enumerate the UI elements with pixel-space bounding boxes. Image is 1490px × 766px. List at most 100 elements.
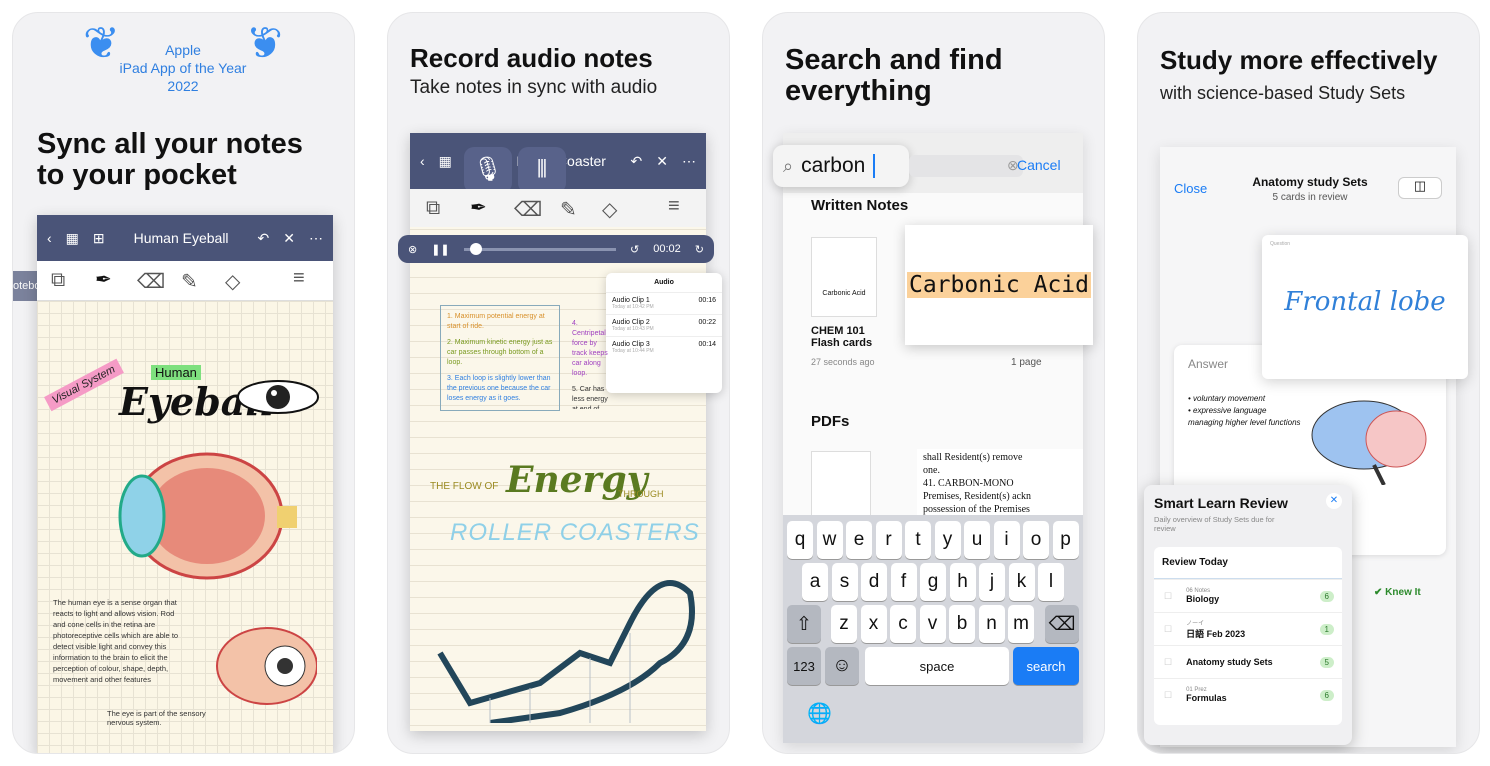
key-d[interactable]: d bbox=[861, 563, 887, 601]
key-f[interactable]: f bbox=[890, 563, 917, 601]
pause-icon[interactable]: ❚❚ bbox=[431, 243, 449, 256]
item-name: Biology bbox=[1186, 594, 1220, 604]
close-icon[interactable]: ✕ bbox=[283, 230, 295, 247]
search-icon: ⌕ bbox=[783, 155, 794, 176]
pdf-thumbnail[interactable] bbox=[811, 451, 871, 521]
note-canvas[interactable]: Visual System Human Eyeball The human ey… bbox=[37, 301, 333, 753]
key-m[interactable]: m bbox=[1008, 605, 1034, 643]
cancel-button[interactable]: Cancel bbox=[1017, 157, 1061, 173]
shift-key[interactable]: ⇧ bbox=[787, 605, 821, 643]
item-meta: ノーイ bbox=[1186, 621, 1205, 627]
pdf-preview[interactable]: shall Resident(s) remove one. 41. CARBON… bbox=[917, 449, 1083, 519]
shapes-icon[interactable]: ◇ bbox=[602, 197, 617, 222]
highlighter-icon[interactable]: ✎ bbox=[181, 269, 198, 294]
color-picker-icon[interactable]: ≡ bbox=[668, 195, 680, 218]
key-w[interactable]: w bbox=[816, 521, 843, 559]
eraser-icon[interactable]: ⌫ bbox=[137, 269, 165, 294]
page-count[interactable]: 1 page bbox=[1011, 357, 1042, 368]
back-icon[interactable]: ‹ bbox=[47, 230, 52, 246]
lasso-icon[interactable]: ⧉ bbox=[426, 197, 440, 220]
lasso-icon[interactable]: ⧉ bbox=[51, 269, 65, 292]
notebook-thumbnail[interactable]: Carbonic Acid bbox=[811, 237, 877, 317]
microphone-icon[interactable]: 🎙 bbox=[464, 147, 512, 193]
key-b[interactable]: b bbox=[949, 605, 975, 643]
answer-line: managing higher level functions bbox=[1188, 418, 1301, 427]
question-card[interactable]: Question Frontal lobe bbox=[1262, 235, 1468, 379]
key-c[interactable]: c bbox=[890, 605, 916, 643]
key-l[interactable]: l bbox=[1038, 563, 1064, 601]
grid-icon[interactable]: ▦ bbox=[66, 230, 79, 247]
clip-duration: 00:14 bbox=[698, 341, 716, 348]
highlighter-icon[interactable]: ✎ bbox=[560, 197, 577, 222]
undo-icon[interactable]: ↶ bbox=[258, 230, 270, 247]
audio-clip[interactable]: Audio Clip 2 Today at 10:43 PM 00:22 bbox=[606, 314, 722, 336]
layout-toggle-icon[interactable]: ◫ bbox=[1398, 177, 1442, 199]
globe-icon[interactable]: 🌐 bbox=[807, 701, 832, 726]
close-button[interactable]: Close bbox=[1174, 181, 1207, 196]
undo-icon[interactable]: ↶ bbox=[631, 153, 643, 170]
color-picker-icon[interactable]: ≡ bbox=[293, 267, 305, 290]
key-t[interactable]: t bbox=[905, 521, 931, 559]
key-j[interactable]: j bbox=[979, 563, 1005, 601]
checkbox[interactable]: ☐ bbox=[1164, 690, 1172, 701]
search-result-preview[interactable]: Carbonic Acid bbox=[905, 225, 1093, 345]
audio-scrubber[interactable] bbox=[463, 242, 617, 255]
key-k[interactable]: k bbox=[1008, 563, 1035, 601]
emoji-key[interactable]: ☺ bbox=[825, 647, 859, 685]
doc-title[interactable]: Human Eyeball bbox=[119, 230, 244, 246]
pen-icon[interactable]: ✒ bbox=[95, 267, 112, 292]
review-item[interactable]: ☐ Anatomy study Sets 5 bbox=[1154, 645, 1342, 678]
search-key[interactable]: search bbox=[1013, 647, 1079, 685]
key-x[interactable]: x bbox=[860, 605, 887, 643]
waveform-icon[interactable]: ⦀ bbox=[518, 147, 566, 193]
close-icon[interactable]: ✕ bbox=[656, 153, 668, 170]
item-name: 日語 Feb 2023 bbox=[1186, 629, 1246, 639]
close-icon[interactable]: ✕ bbox=[1326, 493, 1342, 509]
pen-icon[interactable]: ✒ bbox=[470, 195, 487, 220]
stop-icon[interactable]: ⊗ bbox=[408, 243, 417, 256]
checkbox[interactable]: ☐ bbox=[1164, 657, 1172, 668]
delete-key[interactable]: ⌫ bbox=[1045, 605, 1079, 643]
grid-icon[interactable]: ▦ bbox=[439, 153, 452, 170]
back-icon[interactable]: ‹ bbox=[420, 153, 425, 169]
key-a[interactable]: a bbox=[802, 563, 828, 601]
audio-clip[interactable]: Audio Clip 3 Today at 10:44 PM 00:14 bbox=[606, 336, 722, 358]
question-text: Frontal lobe bbox=[1284, 287, 1446, 317]
key-o[interactable]: o bbox=[1023, 521, 1049, 559]
popup-title: Audio bbox=[654, 279, 674, 286]
key-r[interactable]: r bbox=[875, 521, 902, 559]
key-e[interactable]: e bbox=[846, 521, 872, 559]
knew-it-button[interactable]: ✔ Knew It bbox=[1374, 587, 1421, 598]
key-z[interactable]: z bbox=[831, 605, 857, 643]
more-icon[interactable]: ⋯ bbox=[309, 230, 323, 247]
key-g[interactable]: g bbox=[920, 563, 946, 601]
keyboard: q w e r t y u i o p a s d f g h j k l ⇧ z x c v b n m ⌫ 123 ☺ space sea… bbox=[783, 515, 1083, 743]
shapes-icon[interactable]: ◇ bbox=[225, 269, 240, 294]
key-y[interactable]: y bbox=[934, 521, 961, 559]
key-v[interactable]: v bbox=[919, 605, 946, 643]
note-item: 2. Maximum kinetic energy just as car pa… bbox=[447, 339, 553, 366]
key-n[interactable]: n bbox=[978, 605, 1005, 643]
key-q[interactable]: q bbox=[787, 521, 813, 559]
eraser-icon[interactable]: ⌫ bbox=[514, 197, 542, 222]
review-item[interactable]: ☐ 01 Prez Formulas 6 bbox=[1154, 678, 1342, 711]
forward-10-icon[interactable]: ↻ bbox=[695, 243, 704, 256]
space-key[interactable]: space bbox=[865, 647, 1009, 685]
award-line: 2022 bbox=[167, 78, 199, 94]
key-p[interactable]: p bbox=[1052, 521, 1079, 559]
search-input[interactable]: ⌕ carbon bbox=[773, 145, 909, 187]
numbers-key[interactable]: 123 bbox=[787, 647, 821, 685]
key-h[interactable]: h bbox=[949, 563, 976, 601]
more-icon[interactable]: ⋯ bbox=[682, 153, 696, 170]
checkbox[interactable]: ☐ bbox=[1164, 624, 1172, 635]
checkbox[interactable]: ☐ bbox=[1164, 591, 1172, 602]
audio-clip[interactable]: Audio Clip 1 Today at 10:42 PM 00:16 bbox=[606, 292, 722, 314]
key-i[interactable]: i bbox=[993, 521, 1020, 559]
add-page-icon[interactable]: ⊞ bbox=[93, 230, 105, 247]
result-text: Carbonic Acid bbox=[906, 272, 1091, 298]
key-u[interactable]: u bbox=[964, 521, 990, 559]
key-s[interactable]: s bbox=[831, 563, 858, 601]
review-item[interactable]: ☐ 06 Notes Biology 6 bbox=[1154, 579, 1342, 612]
review-item[interactable]: ☐ ノーイ 日語 Feb 2023 1 bbox=[1154, 612, 1342, 645]
rewind-10-icon[interactable]: ↺ bbox=[630, 243, 639, 256]
